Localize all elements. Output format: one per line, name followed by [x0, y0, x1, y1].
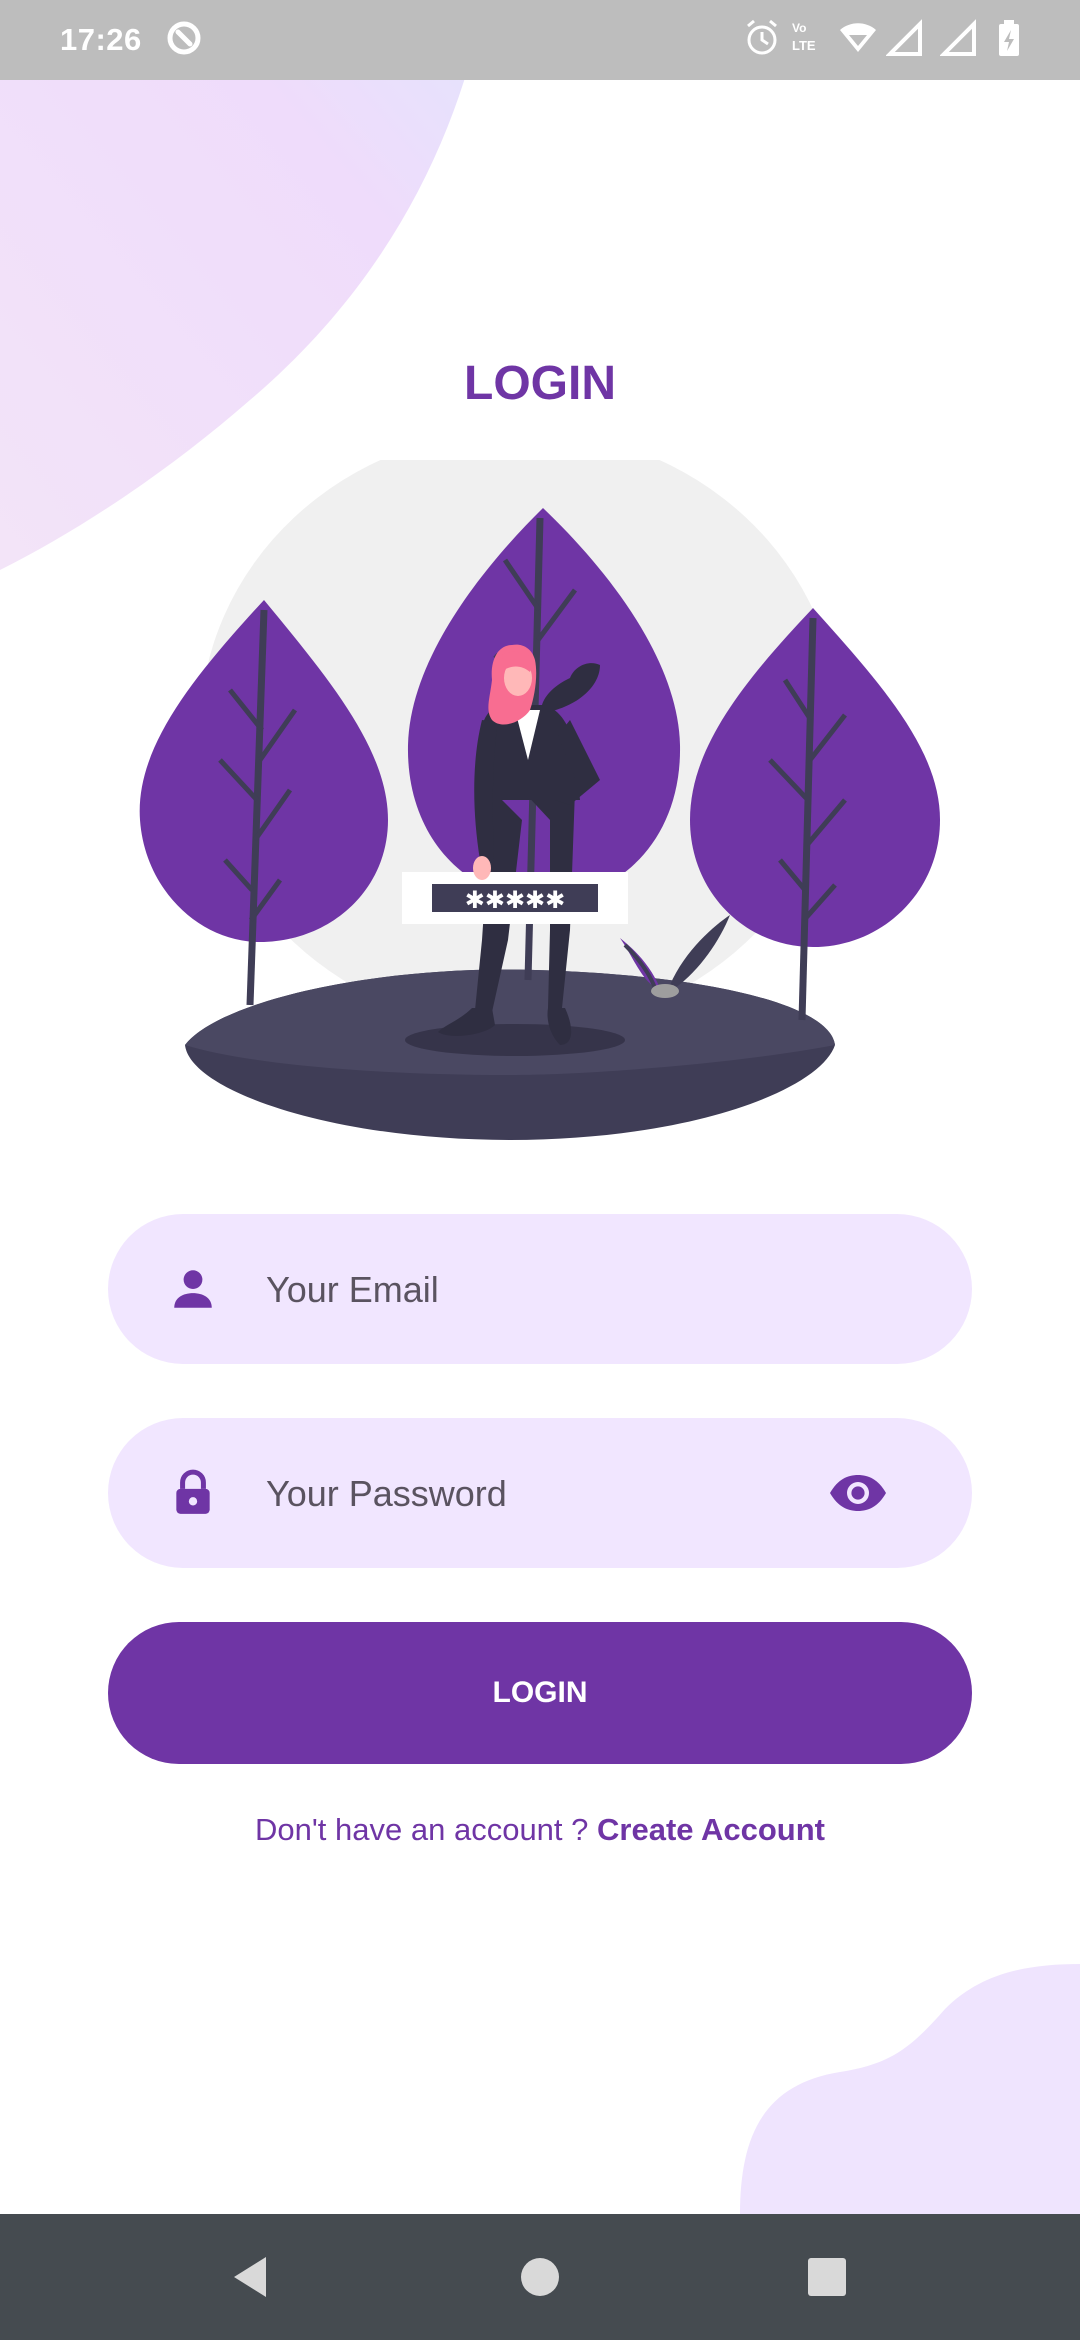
- alarm-icon: [747, 19, 777, 55]
- volte-icon: Vo LTE: [792, 21, 816, 53]
- eye-icon[interactable]: [828, 1473, 888, 1513]
- bottom-decorative-blob: [740, 1964, 1080, 2214]
- login-button[interactable]: LOGIN: [108, 1622, 972, 1764]
- battery-charging-icon: [999, 20, 1019, 56]
- status-time: 17:26: [60, 22, 142, 57]
- wifi-icon: [840, 23, 876, 52]
- email-field[interactable]: [108, 1214, 972, 1366]
- recents-icon[interactable]: [807, 2257, 847, 2297]
- password-input[interactable]: [264, 1418, 828, 1570]
- back-icon[interactable]: [230, 2255, 270, 2299]
- lock-icon: [176, 1469, 210, 1514]
- person-icon: [174, 1270, 212, 1308]
- svg-text:Vo: Vo: [792, 21, 806, 35]
- status-bar: 17:26 Vo LTE: [0, 0, 1080, 80]
- create-account-link[interactable]: Create Account: [597, 1812, 825, 1847]
- password-field[interactable]: [108, 1418, 972, 1570]
- navigation-bar: [0, 2214, 1080, 2340]
- home-icon[interactable]: [519, 2256, 561, 2298]
- app-notification-icon: [167, 21, 201, 55]
- signal-icon: [940, 19, 976, 56]
- email-input[interactable]: [264, 1214, 828, 1366]
- svg-text:LTE: LTE: [792, 38, 816, 53]
- page-title: LOGIN: [464, 357, 616, 410]
- password-mask: ✱✱✱✱✱: [465, 886, 566, 914]
- signal-icon: [886, 19, 922, 56]
- woman-with-password-illustration: ✱✱✱✱✱: [139, 460, 940, 1140]
- signup-prompt-text: Don't have an account ?: [255, 1812, 589, 1847]
- signup-prompt-row: Don't have an account ? Create Account: [0, 1812, 1080, 1848]
